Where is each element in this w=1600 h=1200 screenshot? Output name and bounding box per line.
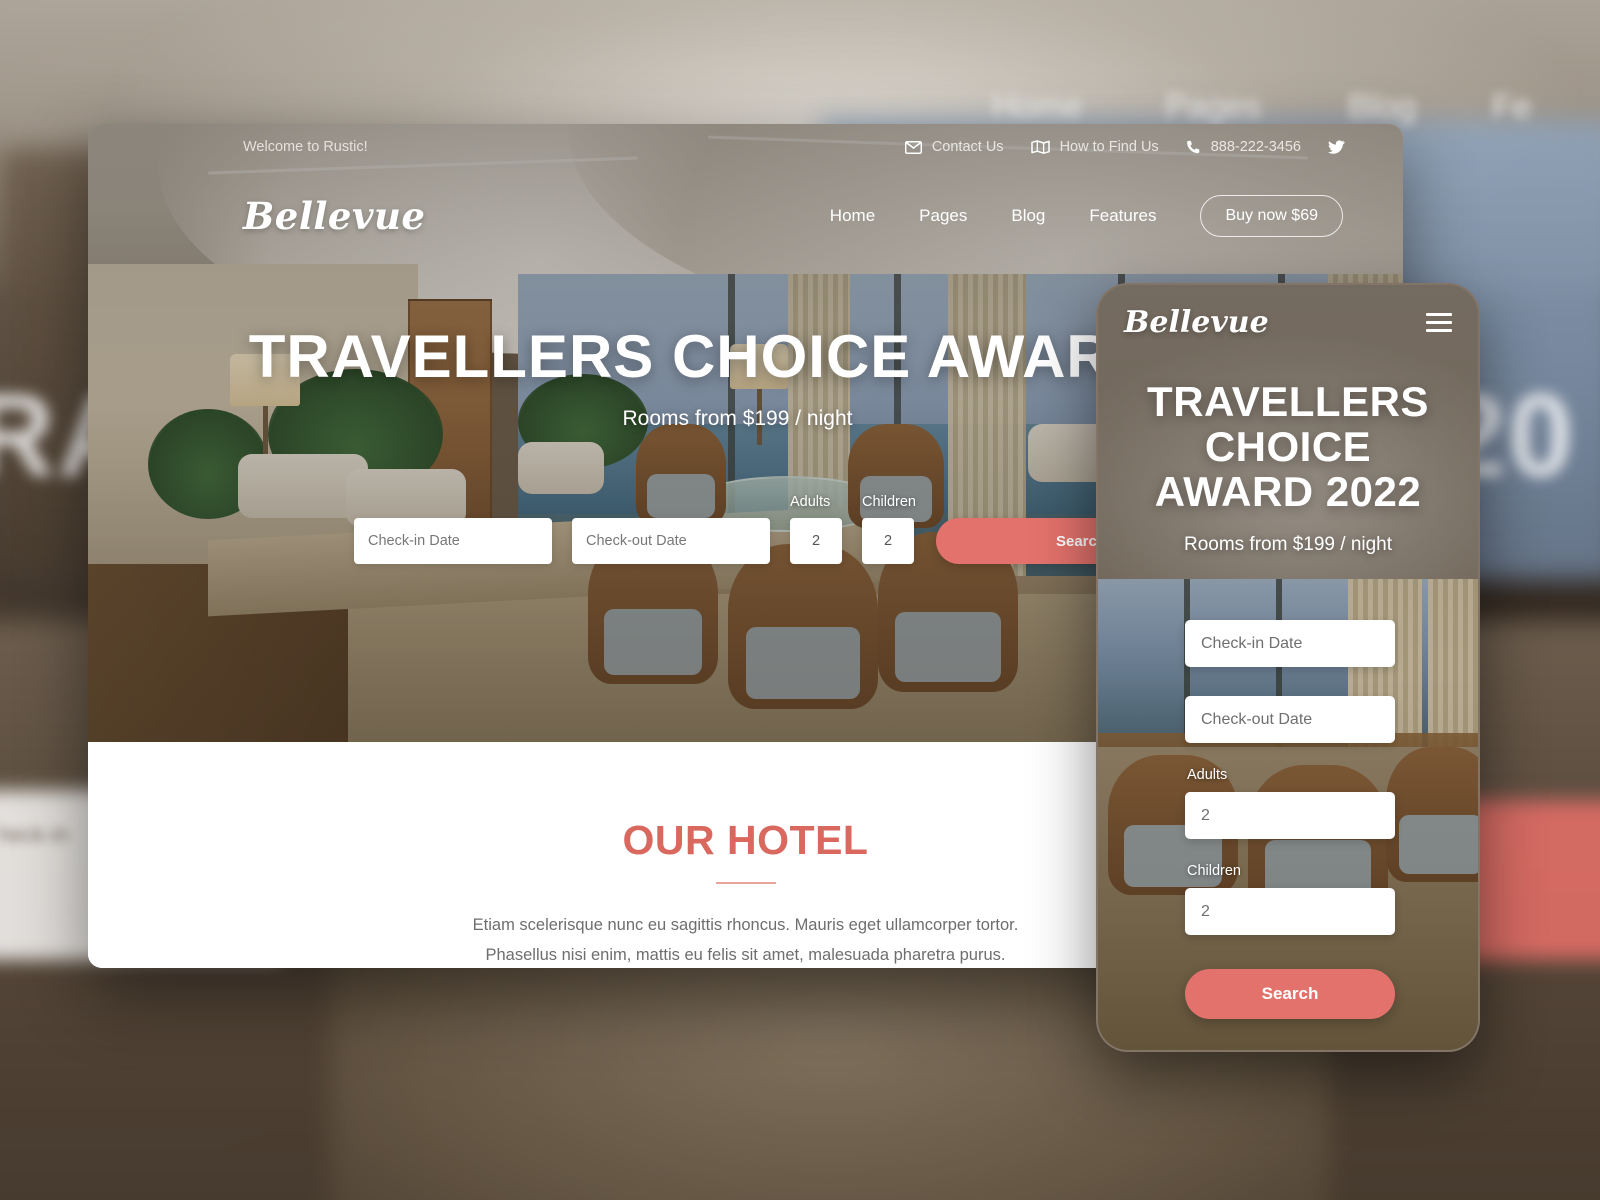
how-to-find-us-link[interactable]: How to Find Us (1030, 139, 1159, 155)
mobile-booking-form: Check-in Date Check-out Date Adults 2 Ch… (1185, 620, 1395, 1019)
mobile-checkin-input[interactable]: Check-in Date (1185, 620, 1395, 667)
nav-item-features[interactable]: Features (1089, 206, 1156, 226)
screenshot-stage: RA 20 Home Pages Blog Fe Us How to Find … (0, 0, 1600, 1200)
mobile-checkout-input[interactable]: Check-out Date (1185, 696, 1395, 743)
background-ghost-nav-blog: Blog (1348, 88, 1417, 126)
how-to-find-us-label: How to Find Us (1059, 139, 1159, 155)
mobile-children-input[interactable]: 2 (1185, 888, 1395, 935)
mobile-hero-title-line-3: AWARD 2022 (1154, 468, 1422, 515)
mobile-adults-field: Adults 2 (1185, 767, 1395, 839)
mobile-topbar: Bellevue (1098, 285, 1478, 359)
phone-icon (1186, 140, 1201, 155)
mobile-mockup: Bellevue TRAVELLERS CHOICE AWARD 2022 Ro… (1096, 283, 1480, 1052)
mobile-hero-title-line-2: CHOICE (1204, 423, 1372, 470)
nav-item-home[interactable]: Home (830, 206, 875, 226)
mobile-children-label: Children (1187, 863, 1241, 879)
welcome-text: Welcome to Rustic! (243, 139, 368, 155)
mobile-hero-text: TRAVELLERS CHOICE AWARD 2022 Rooms from … (1098, 379, 1478, 556)
hamburger-icon[interactable] (1426, 312, 1452, 332)
mobile-hero-title: TRAVELLERS CHOICE AWARD 2022 (1098, 379, 1478, 514)
background-ghost-nav-home: Home (992, 88, 1083, 126)
mobile-adults-input[interactable]: 2 (1185, 792, 1395, 839)
twitter-icon (1328, 140, 1345, 154)
checkin-input[interactable]: Check-in Date (354, 518, 552, 564)
children-label: Children (862, 494, 916, 510)
phone-number: 888-222-3456 (1210, 139, 1301, 155)
envelope-icon (904, 140, 922, 154)
checkout-input[interactable]: Check-out Date (572, 518, 770, 564)
children-field: Children 2 (862, 494, 916, 564)
background-ghost-nav-features: Fe (1492, 88, 1532, 126)
desktop-topbar: Welcome to Rustic! Contact Us How to Fin… (88, 124, 1403, 170)
mobile-adults-label: Adults (1187, 767, 1228, 783)
mobile-search-button[interactable]: Search (1185, 969, 1395, 1019)
nav-item-blog[interactable]: Blog (1011, 206, 1045, 226)
desktop-navbar: Bellevue Home Pages Blog Features Buy no… (88, 182, 1403, 250)
adults-label: Adults (790, 494, 831, 510)
buy-now-button[interactable]: Buy now $69 (1200, 195, 1343, 237)
contact-us-link[interactable]: Contact Us (904, 139, 1004, 155)
section-divider (715, 882, 776, 884)
mobile-hero-title-line-1: TRAVELLERS (1147, 378, 1429, 425)
mobile-form-gap (1185, 667, 1395, 696)
mobile-site-logo[interactable]: Bellevue (1124, 305, 1269, 340)
background-ghost-form: heck-in (0, 822, 69, 847)
children-input[interactable]: 2 (862, 518, 914, 564)
nav-links: Home Pages Blog Features Buy now $69 (830, 195, 1343, 237)
site-logo[interactable]: Bellevue (243, 194, 425, 238)
nav-item-pages[interactable]: Pages (919, 206, 967, 226)
mobile-children-field: Children 2 (1185, 863, 1395, 935)
background-ghost-nav-pages: Pages (1165, 88, 1262, 126)
phone-link[interactable]: 888-222-3456 (1186, 139, 1301, 155)
mobile-hero-subtitle: Rooms from $199 / night (1183, 534, 1393, 555)
checkout-field: Check-out Date (572, 518, 770, 564)
contact-us-label: Contact Us (931, 139, 1004, 155)
adults-input[interactable]: 2 (790, 518, 842, 564)
twitter-link[interactable] (1328, 140, 1345, 154)
map-icon (1030, 140, 1050, 154)
adults-field: Adults 2 (790, 494, 842, 564)
checkin-field: Check-in Date (354, 518, 552, 564)
